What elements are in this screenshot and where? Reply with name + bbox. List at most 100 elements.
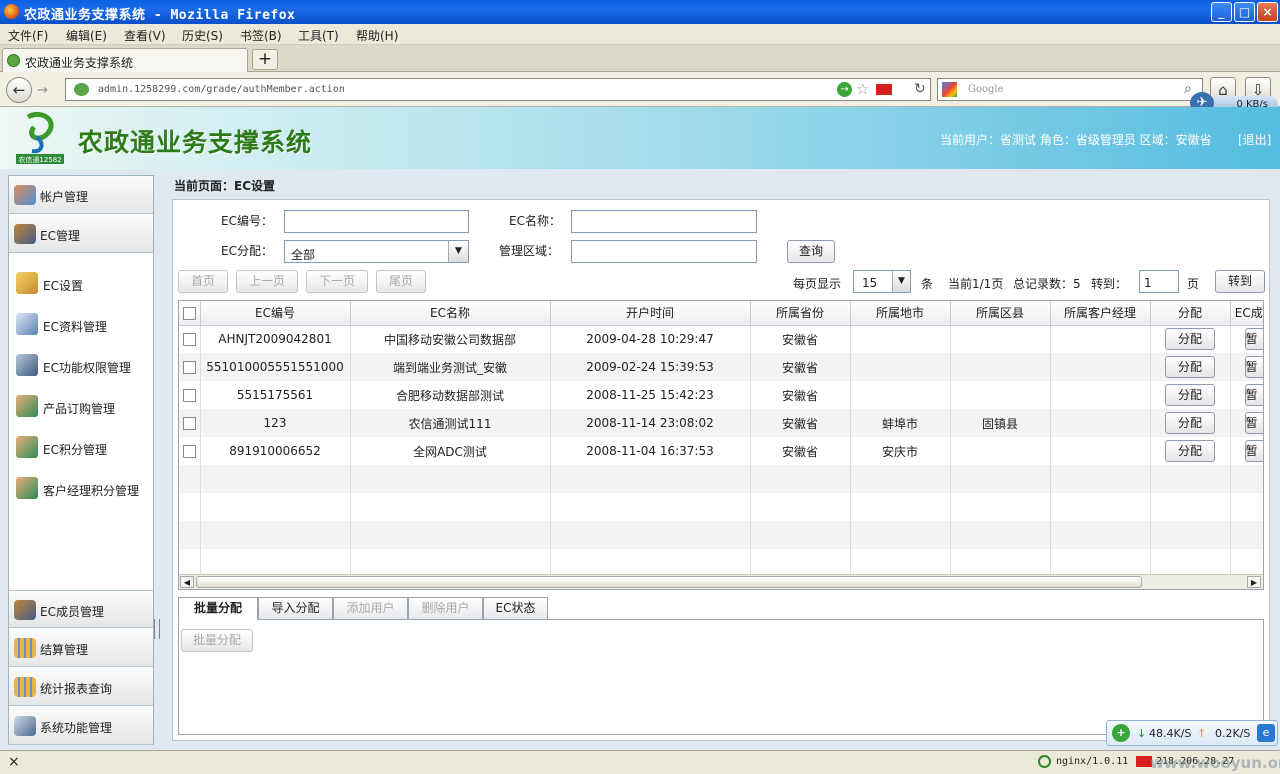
next-page-button[interactable]: 下一页	[306, 270, 368, 293]
menu-tools[interactable]: 工具(T)	[298, 27, 339, 44]
row-select-cell[interactable]	[179, 325, 201, 353]
table-row[interactable]	[179, 549, 1263, 577]
search-icon[interactable]: ⌕	[1184, 81, 1192, 97]
sidebar-item-ec-docs[interactable]: EC资料管理	[9, 313, 153, 343]
ec-assign-select[interactable]: 全部 ▼	[284, 240, 469, 263]
scroll-right-icon[interactable]: ▶	[1247, 576, 1261, 588]
forward-button[interactable]: →	[37, 83, 48, 98]
url-bar[interactable]: admin.1258299.com/grade/authMember.actio…	[65, 78, 931, 101]
table-row[interactable]	[179, 493, 1263, 521]
row-checkbox[interactable]	[182, 417, 196, 430]
star-icon[interactable]: ☆	[856, 80, 869, 98]
prev-page-button[interactable]: 上一页	[236, 270, 298, 293]
menu-bookmarks[interactable]: 书签(B)	[240, 27, 282, 44]
per-page-select[interactable]: 15 ▼	[853, 270, 911, 293]
search-input[interactable]: Google ⌕	[937, 78, 1203, 101]
browser-tab[interactable]: 农政通业务支撑系统	[2, 48, 248, 72]
menu-history[interactable]: 历史(S)	[182, 27, 223, 44]
status-button[interactable]: 暂	[1244, 440, 1263, 462]
tab-delete-user[interactable]: 删除用户	[408, 597, 483, 620]
sidebar-item-product-order[interactable]: 产品订购管理	[9, 395, 153, 425]
menu-help[interactable]: 帮助(H)	[356, 27, 398, 44]
scrollbar-thumb[interactable]	[196, 576, 1142, 588]
table-cell-time: 2009-02-24 15:39:53	[550, 353, 751, 381]
sidebar-item-ec-settings[interactable]: EC设置	[9, 272, 153, 302]
plus-icon[interactable]: +	[1112, 724, 1130, 742]
menu-view[interactable]: 查看(V)	[124, 27, 166, 44]
sidebar-item-ec-points[interactable]: EC积分管理	[9, 436, 153, 466]
last-page-button[interactable]: 尾页	[376, 270, 426, 293]
sidebar-group-settlement[interactable]: 结算管理	[9, 629, 153, 667]
area-input[interactable]	[571, 240, 757, 263]
sidebar-group-account[interactable]: 帐户管理	[9, 176, 153, 214]
table-row[interactable]	[179, 521, 1263, 549]
ie-icon[interactable]: e	[1257, 724, 1275, 742]
row-select-cell[interactable]	[179, 465, 201, 493]
row-select-cell[interactable]	[179, 493, 201, 521]
batch-assign-button[interactable]: 批量分配	[181, 629, 253, 652]
status-button[interactable]: 暂	[1244, 356, 1263, 378]
minimize-button[interactable]: _	[1211, 2, 1232, 22]
menu-file[interactable]: 文件(F)	[8, 27, 48, 44]
row-checkbox[interactable]	[182, 361, 196, 374]
row-select-cell[interactable]	[179, 521, 201, 549]
status-button[interactable]: 暂	[1244, 384, 1263, 406]
row-checkbox[interactable]	[182, 445, 196, 458]
table-row[interactable]: AHNJT2009042801 中国移动安徽公司数据部 2009-04-28 10:…	[179, 325, 1263, 353]
row-checkbox[interactable]	[182, 389, 196, 402]
menu-edit[interactable]: 编辑(E)	[66, 27, 107, 44]
close-window-button[interactable]: ×	[1257, 2, 1278, 22]
status-button[interactable]: 暂	[1244, 412, 1263, 434]
assign-button[interactable]: 分配	[1165, 328, 1215, 351]
row-select-cell[interactable]	[179, 381, 201, 409]
select-all-checkbox[interactable]	[182, 306, 196, 320]
goto-page-input[interactable]: 1	[1139, 270, 1179, 293]
row-select-cell[interactable]	[179, 353, 201, 381]
close-findbar-icon[interactable]: ×	[8, 754, 20, 770]
reload-icon[interactable]: ↻	[914, 81, 926, 97]
assign-button[interactable]: 分配	[1165, 440, 1215, 462]
go-icon[interactable]: →	[837, 82, 852, 97]
sidebar-item-manager-points[interactable]: 客户经理积分管理	[9, 477, 153, 507]
chevron-down-icon[interactable]: ▼	[448, 241, 468, 262]
table-row[interactable]: 123 农信通测试111 2008-11-14 23:08:02 安徽省 蚌埠市 固镇县 分…	[179, 409, 1263, 437]
horizontal-scrollbar[interactable]: ◀ ▶	[179, 574, 1263, 589]
maximize-button[interactable]: □	[1234, 2, 1255, 22]
sidebar-group-ec-members[interactable]: EC成员管理	[9, 590, 153, 628]
assign-button[interactable]: 分配	[1165, 356, 1215, 378]
row-select-cell[interactable]	[179, 409, 201, 437]
scroll-left-icon[interactable]: ◀	[180, 576, 194, 588]
sidebar-group-reports[interactable]: 统计报表查询	[9, 668, 153, 706]
sidebar-group-ec[interactable]: EC管理	[9, 215, 153, 253]
tab-add-user[interactable]: 添加用户	[333, 597, 408, 620]
table-row[interactable]: 891910006652 全网ADC测试 2008-11-04 16:37:53 安徽…	[179, 437, 1263, 465]
first-page-button[interactable]: 首页	[178, 270, 228, 293]
site-identity-icon	[74, 83, 89, 96]
new-tab-button[interactable]: +	[252, 49, 278, 70]
ec-no-input[interactable]	[284, 210, 469, 233]
tab-import-assign[interactable]: 导入分配	[258, 597, 333, 620]
table-row[interactable]: 551010005551551000 端到端业务测试_安徽 2009-02-24 1…	[179, 353, 1263, 381]
row-select-cell[interactable]	[179, 437, 201, 465]
goto-button[interactable]: 转到	[1215, 270, 1265, 293]
sidebar-splitter[interactable]	[154, 619, 160, 639]
query-button[interactable]: 查询	[787, 240, 835, 263]
table-row[interactable]	[179, 465, 1263, 493]
row-select-cell[interactable]	[179, 549, 201, 577]
assign-button[interactable]: 分配	[1165, 384, 1215, 406]
select-all-cell[interactable]	[179, 301, 201, 326]
chevron-down-icon[interactable]: ▼	[892, 271, 910, 292]
tab-batch-assign[interactable]: 批量分配	[178, 597, 258, 620]
row-checkbox[interactable]	[182, 333, 196, 347]
sidebar-group-system[interactable]: 系统功能管理	[9, 707, 153, 745]
assign-button[interactable]: 分配	[1165, 412, 1215, 434]
sidebar-item-ec-permission[interactable]: EC功能权限管理	[9, 354, 153, 384]
tab-ec-status[interactable]: EC状态	[483, 597, 548, 620]
status-button[interactable]: 暂	[1244, 328, 1263, 351]
table-cell-county	[950, 325, 1051, 353]
table-cell-manager	[1050, 437, 1151, 465]
table-row[interactable]: 5515175561 合肥移动数据部测试 2008-11-25 15:42:23 安徽…	[179, 381, 1263, 409]
back-button[interactable]: ←	[6, 77, 32, 103]
ec-name-input[interactable]	[571, 210, 757, 233]
logout-link[interactable]: [退出]	[1238, 131, 1271, 148]
